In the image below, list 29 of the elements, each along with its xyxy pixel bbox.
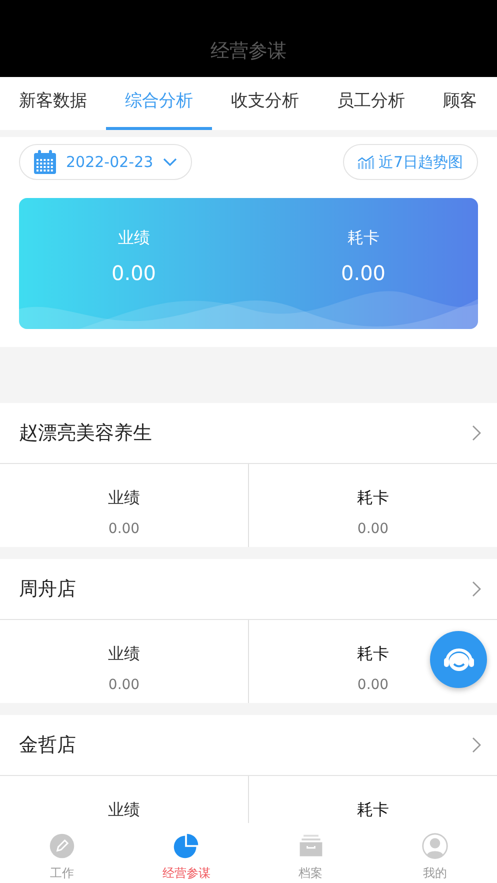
store-header[interactable]: 赵漂亮美容养生 (0, 403, 497, 464)
metric-value: 0.00 (357, 520, 389, 539)
metric-value: 0.00 (357, 676, 389, 695)
metric-label: 耗卡 (357, 487, 389, 509)
store-header[interactable]: 金哲店 (0, 715, 497, 776)
metric-value: 0.00 (108, 520, 140, 539)
metric-label: 业绩 (108, 643, 140, 665)
metric-value: 0.00 (108, 676, 140, 695)
metric-label: 业绩 (108, 799, 140, 821)
chart-icon (358, 155, 374, 169)
summary-value: 0.00 (340, 260, 387, 287)
user-icon (420, 832, 450, 860)
summary-value: 0.00 (110, 260, 158, 287)
calendar-icon (34, 150, 56, 174)
summary-label: 耗卡 (346, 227, 380, 249)
metric-label: 耗卡 (357, 643, 389, 665)
tab[interactable]: 收支分析 (212, 77, 318, 130)
chevron-right-icon (472, 581, 481, 597)
tab[interactable]: 顾客 (424, 77, 496, 130)
summary-label: 业绩 (116, 227, 151, 249)
tab[interactable]: 新客数据 (0, 77, 106, 130)
chevron-right-icon (472, 425, 481, 441)
store-header[interactable]: 周舟店 (0, 559, 497, 620)
chevron-right-icon (472, 737, 481, 753)
screen-title: 经营参谋 (210, 38, 286, 64)
chevron-down-icon (163, 158, 178, 166)
metric-label: 业绩 (108, 487, 140, 509)
metric-label: 耗卡 (357, 799, 389, 821)
tab[interactable]: 员工分析 (318, 77, 424, 130)
